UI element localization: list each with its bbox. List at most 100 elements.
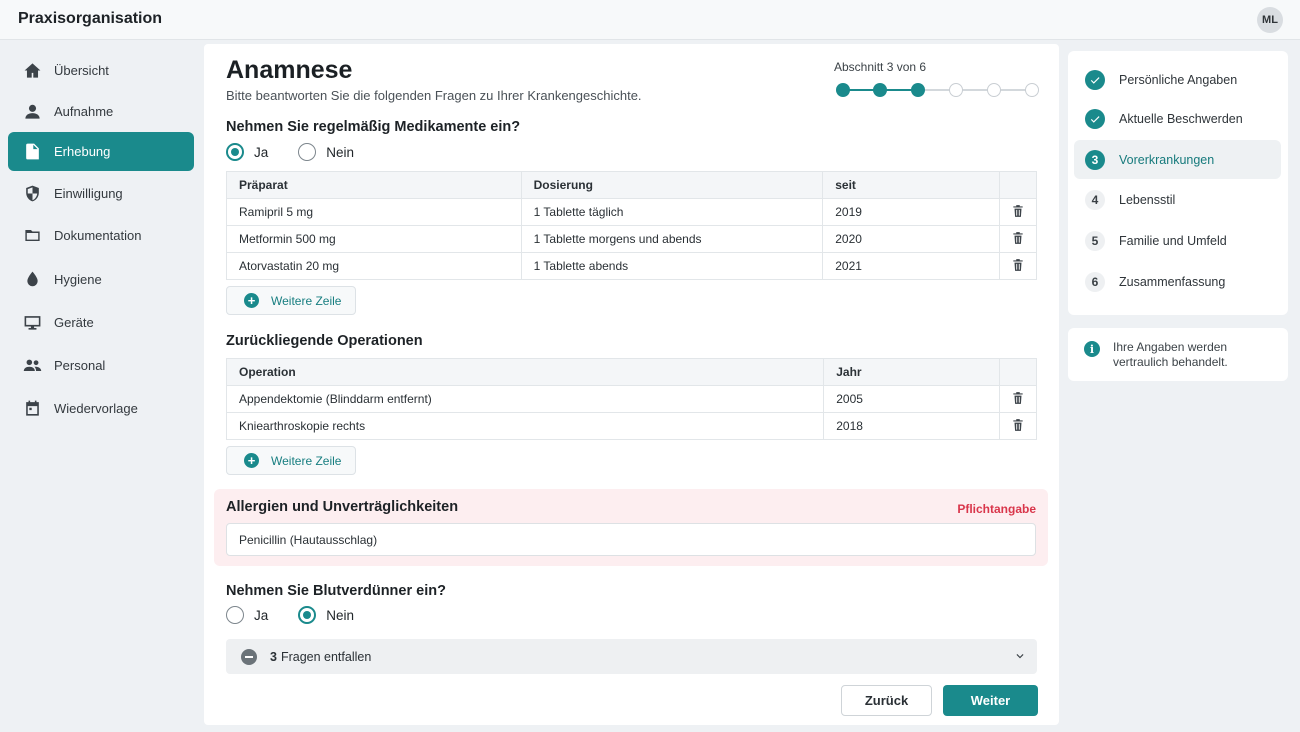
sidebar-item-hygiene[interactable]: Hygiene — [8, 260, 194, 299]
radio-button[interactable] — [298, 143, 317, 161]
table-header: Präparat Dosierung seit — [226, 171, 1037, 199]
cell-seit[interactable]: 2020 — [822, 225, 1000, 253]
sidebar-item-personal[interactable]: Personal — [8, 346, 194, 385]
cell-dosierung[interactable]: 1 Tablette abends — [520, 252, 824, 280]
progress-dot — [836, 83, 850, 97]
anticoagulants-radio-group: Ja Nein — [226, 606, 384, 624]
table-header: Operation Jahr — [225, 358, 1037, 386]
progress-label: Abschnitt 3 von 6 — [834, 60, 927, 74]
cell-operation[interactable]: Kniearthroskopie rechts — [225, 412, 825, 440]
cell-jahr[interactable]: 2005 — [823, 385, 1001, 413]
sidebar-item-einwilligung[interactable]: Einwilligung — [8, 174, 194, 213]
table-row: Atorvastatin 20 mg 1 Tablette abends 202… — [226, 252, 1037, 280]
monitor-icon — [22, 313, 42, 333]
radio-button[interactable] — [298, 606, 317, 624]
back-button[interactable]: Zurück — [841, 685, 932, 716]
sidebar-item-label: Hygiene — [54, 272, 102, 287]
allergies-input[interactable] — [226, 523, 1036, 556]
plus-circle-icon: + — [244, 453, 259, 468]
home-icon — [22, 61, 42, 81]
step-number-badge: 4 — [1085, 189, 1105, 210]
column-header-actions — [999, 358, 1037, 386]
required-label: Pflichtangabe — [957, 502, 1036, 516]
delete-cell — [999, 412, 1037, 440]
trash-icon[interactable] — [1011, 418, 1025, 432]
anamnese-form: Anamnese Bitte beantworten Sie die folge… — [204, 44, 1059, 725]
sidebar-item-label: Übersicht — [54, 63, 109, 78]
step-label: Familie und Umfeld — [1119, 233, 1227, 248]
sidebar-item-aufnahme[interactable]: Aufnahme — [8, 92, 194, 131]
trash-icon[interactable] — [1011, 204, 1025, 218]
cell-praeparat[interactable]: Atorvastatin 20 mg — [226, 252, 522, 280]
cell-dosierung[interactable]: 1 Tablette morgens und abends — [520, 225, 824, 253]
add-operation-row-button[interactable]: + Weitere Zeile — [226, 446, 356, 475]
calendar-icon — [22, 399, 42, 419]
step-label: Vorerkrankungen — [1119, 152, 1215, 167]
privacy-info-card: i Ihre Angaben werden vertraulich behand… — [1068, 328, 1288, 381]
trash-icon[interactable] — [1011, 391, 1025, 405]
step-label: Zusammenfassung — [1119, 274, 1226, 289]
step-number-badge: 5 — [1085, 230, 1105, 251]
sidebar-item-geraete[interactable]: Geräte — [8, 303, 194, 342]
radio-button[interactable] — [226, 143, 244, 161]
cell-praeparat[interactable]: Ramipril 5 mg — [226, 198, 522, 226]
medications-question: Nehmen Sie regelmäßig Medikamente ein? — [226, 119, 521, 135]
page-title: Anamnese — [226, 56, 353, 84]
column-header: Operation — [225, 358, 825, 386]
trash-icon[interactable] — [1011, 231, 1025, 245]
step-lebensstil[interactable]: 4 Lebensstil — [1074, 180, 1281, 219]
privacy-info-text: Ihre Angaben werden vertraulich behandel… — [1113, 340, 1228, 369]
radio-button[interactable] — [226, 606, 244, 624]
cell-seit[interactable]: 2021 — [822, 252, 1000, 280]
cell-seit[interactable]: 2019 — [822, 198, 1000, 226]
step-familie-und-umfeld[interactable]: 5 Familie und Umfeld — [1074, 221, 1281, 260]
sidebar-item-label: Personal — [54, 358, 106, 373]
cell-operation[interactable]: Appendektomie (Blinddarm entfernt) — [225, 385, 825, 413]
sidebar-item-wiedervorlage[interactable]: Wiedervorlage — [8, 389, 194, 428]
minus-circle-icon — [241, 648, 257, 665]
chevron-down-icon — [1013, 649, 1027, 663]
progress-dot — [949, 83, 963, 97]
column-header-actions — [999, 171, 1037, 199]
progress-dot — [1025, 83, 1039, 97]
anticoagulants-option-ja[interactable]: Ja — [226, 606, 268, 624]
cell-dosierung[interactable]: 1 Tablette täglich — [520, 198, 824, 226]
step-zusammenfassung[interactable]: 6 Zusammenfassung — [1074, 262, 1281, 301]
cell-praeparat[interactable]: Metformin 500 mg — [226, 225, 522, 253]
step-label: Persönliche Angaben — [1119, 72, 1238, 87]
medications-radio-group: Ja Nein — [226, 143, 384, 161]
allergies-section: Allergien und Unverträglichkeiten Pflich… — [214, 489, 1048, 566]
app-title: Praxisorganisation — [18, 10, 163, 27]
plus-circle-icon: + — [244, 293, 259, 308]
sidebar-item-erhebung[interactable]: Erhebung — [8, 132, 194, 171]
trash-icon[interactable] — [1011, 258, 1025, 272]
table-row: Appendektomie (Blinddarm entfernt) 2005 — [225, 385, 1037, 413]
step-aktuelle-beschwerden[interactable]: Aktuelle Beschwerden — [1074, 99, 1281, 138]
anticoagulants-option-nein[interactable]: Nein — [298, 606, 354, 624]
medications-option-ja[interactable]: Ja — [226, 143, 268, 161]
next-button[interactable]: Weiter — [943, 685, 1038, 716]
allergies-heading: Allergien und Unverträglichkeiten — [226, 499, 459, 515]
medications-option-nein[interactable]: Nein — [298, 143, 354, 161]
skipped-label: Fragen entfallen — [280, 649, 372, 664]
step-label: Aktuelle Beschwerden — [1119, 111, 1243, 126]
sidebar-item-dokumentation[interactable]: Dokumentation — [8, 216, 194, 255]
progress-dot — [911, 83, 925, 97]
column-header: Präparat — [226, 171, 522, 199]
delete-cell — [999, 252, 1037, 280]
progress-stepper — [836, 83, 1039, 97]
anticoagulants-question: Nehmen Sie Blutverdünner ein? — [226, 583, 446, 599]
skipped-questions-toggle[interactable]: 3 Fragen entfallen — [226, 639, 1037, 674]
top-bar: Praxisorganisation ML — [0, 0, 1300, 40]
operations-table: Operation Jahr Appendektomie (Blinddarm … — [225, 358, 1037, 440]
step-vorerkrankungen[interactable]: 3 Vorerkrankungen — [1074, 140, 1281, 179]
step-label: Lebensstil — [1119, 192, 1176, 207]
add-medication-row-button[interactable]: + Weitere Zeile — [226, 286, 356, 315]
sidebar-item-label: Dokumentation — [54, 228, 142, 243]
folder-icon — [22, 226, 42, 246]
column-header: Dosierung — [520, 171, 824, 199]
user-avatar[interactable]: ML — [1257, 7, 1283, 33]
step-persoenliche-angaben[interactable]: Persönliche Angaben — [1074, 60, 1281, 99]
sidebar-item-uebersicht[interactable]: Übersicht — [8, 51, 194, 90]
cell-jahr[interactable]: 2018 — [823, 412, 1001, 440]
